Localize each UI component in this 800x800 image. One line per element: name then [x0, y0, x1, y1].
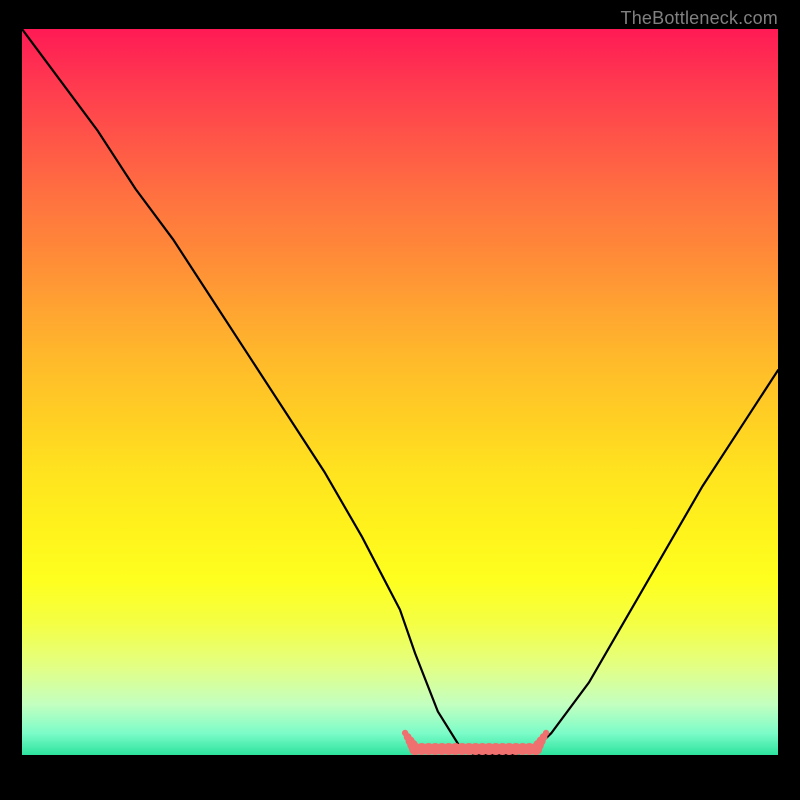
valley-marker	[402, 730, 549, 755]
chart-frame: TheBottleneck.com	[22, 7, 778, 793]
valley-marker-dot	[402, 730, 408, 736]
bottleneck-curve	[22, 29, 778, 755]
watermark-text: TheBottleneck.com	[621, 7, 778, 29]
plot-area	[22, 29, 778, 755]
chart-svg	[22, 29, 778, 755]
valley-marker-dot	[543, 730, 549, 736]
